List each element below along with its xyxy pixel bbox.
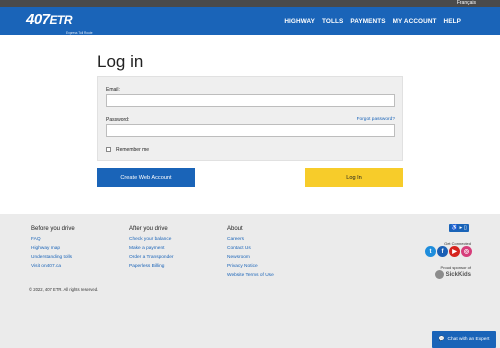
nav-highway[interactable]: HIGHWAY — [284, 18, 315, 25]
footer-link-make-payment[interactable]: Make a payment — [129, 246, 174, 251]
copyright-text: © 2022, 407 ETR. All rights reserved. — [29, 287, 99, 292]
footer-heading: After you drive — [129, 226, 168, 232]
password-label: Password: — [106, 117, 130, 123]
407etr-logo[interactable]: 407ETR Express Toll Route — [26, 11, 93, 35]
footer-col-after-you-drive: After you drive Check your balance Make … — [129, 226, 174, 273]
chat-bubble-icon: 💬 — [438, 337, 445, 342]
logo-tagline: Express Toll Route — [66, 31, 93, 35]
footer-col-about: About Careers Contact Us Newsroom Privac… — [227, 226, 274, 282]
page-title: Log in — [97, 52, 144, 71]
site-header: 407ETR Express Toll Route HIGHWAY TOLLS … — [0, 7, 500, 35]
chat-label: Chat with an Expert — [447, 337, 490, 342]
logo-number: 407 — [26, 11, 50, 28]
forgot-password-link[interactable]: Forgot password? — [357, 117, 395, 122]
remember-me-label[interactable]: Remember me — [116, 147, 149, 153]
nav-tolls[interactable]: TOLLS — [322, 18, 343, 25]
login-form: Email: Password: Forgot password? Rememb… — [97, 76, 403, 161]
footer-link-website-terms[interactable]: Website Terms of Use — [227, 273, 274, 278]
language-toggle-link[interactable]: Français — [457, 0, 476, 7]
nav-help[interactable]: HELP — [444, 18, 461, 25]
logo-etr: ETR — [49, 13, 73, 27]
chat-with-expert-button[interactable]: 💬 Chat with an Expert — [432, 331, 496, 348]
log-in-button[interactable]: Log In — [305, 168, 403, 187]
nav-payments[interactable]: PAYMENTS — [350, 18, 385, 25]
footer-link-order-transponder[interactable]: Order a Transponder — [129, 255, 174, 260]
create-web-account-button[interactable]: Create Web Account — [97, 168, 195, 187]
footer-link-privacy-notice[interactable]: Privacy Notice — [227, 264, 274, 269]
password-field[interactable] — [106, 124, 395, 137]
footer-link-understanding-tolls[interactable]: Understanding tolls — [31, 255, 75, 260]
top-utility-bar: Français — [0, 0, 500, 7]
sickkids-badge-icon — [434, 270, 444, 279]
remember-me-checkbox[interactable] — [106, 147, 111, 152]
footer-heading: Before you drive — [31, 226, 75, 232]
footer-link-paperless-billing[interactable]: Paperless Billing — [129, 264, 174, 269]
nav-my-account[interactable]: MY ACCOUNT — [393, 18, 437, 25]
footer-link-faq[interactable]: FAQ — [31, 237, 75, 242]
facebook-icon[interactable]: f — [437, 246, 448, 257]
footer-link-contact-us[interactable]: Contact Us — [227, 246, 274, 251]
main-nav: HIGHWAY TOLLS PAYMENTS MY ACCOUNT HELP — [284, 7, 461, 35]
email-field[interactable] — [106, 94, 395, 107]
sickkids-logo[interactable]: SickKids — [434, 270, 471, 279]
site-footer: Before you drive FAQ Highway map Underst… — [0, 214, 500, 348]
email-label: Email: — [106, 87, 120, 93]
sickkids-name: SickKids — [445, 271, 471, 278]
footer-link-check-balance[interactable]: Check your balance — [129, 237, 174, 242]
footer-heading: About — [227, 226, 243, 232]
instagram-icon[interactable]: ◎ — [461, 246, 472, 257]
footer-link-highway-map[interactable]: Highway map — [31, 246, 75, 251]
youtube-icon[interactable]: ▶ — [449, 246, 460, 257]
footer-link-newsroom[interactable]: Newsroom — [227, 255, 274, 260]
accessibility-icon[interactable]: ♿ ▸ ▯ — [449, 224, 469, 232]
footer-col-before-you-drive: Before you drive FAQ Highway map Underst… — [31, 226, 75, 273]
twitter-icon[interactable]: t — [425, 246, 436, 257]
footer-link-visit-on407[interactable]: Visit on407.ca — [31, 264, 75, 269]
social-links: t f ▶ ◎ — [425, 246, 472, 257]
footer-link-careers[interactable]: Careers — [227, 237, 274, 242]
